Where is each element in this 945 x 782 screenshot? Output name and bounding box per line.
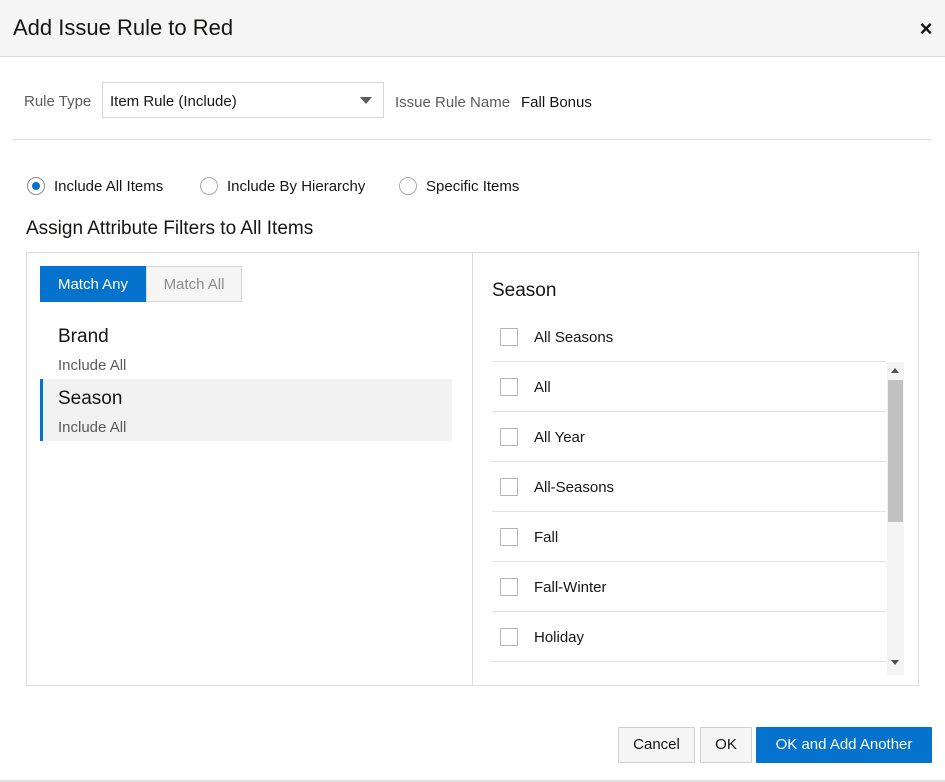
checkbox-icon — [500, 378, 518, 396]
issue-rule-name-label: Issue Rule Name — [395, 94, 511, 111]
radio-label: Include By Hierarchy — [227, 178, 366, 195]
ok-and-add-another-button[interactable]: OK and Add Another — [756, 727, 932, 763]
checkbox-icon — [500, 428, 518, 446]
radio-unselected-icon — [399, 177, 417, 195]
season-values-pane: Season All Seasons All All Year All-Seas… — [473, 253, 918, 685]
radio-label: Specific Items — [426, 178, 520, 195]
rule-type-select[interactable]: Item Rule (Include) — [102, 82, 384, 118]
chevron-down-icon — [360, 97, 372, 104]
checkbox-all-seasons[interactable]: All Seasons — [492, 312, 886, 362]
checkbox-icon — [500, 328, 518, 346]
checkbox-icon — [500, 578, 518, 596]
radio-label: Include All Items — [54, 178, 164, 195]
list-scrollbar[interactable] — [887, 362, 904, 675]
attribute-summary: Include All — [58, 419, 127, 436]
rule-type-value: Item Rule (Include) — [110, 93, 237, 110]
ok-button[interactable]: OK — [700, 727, 752, 763]
checkbox-icon — [500, 628, 518, 646]
checkbox-season-option[interactable]: All Year — [492, 412, 886, 462]
rule-form-row: Rule Type Item Rule (Include) Issue Rule… — [0, 57, 945, 141]
checkbox-icon — [500, 478, 518, 496]
radio-unselected-icon — [200, 177, 218, 195]
section-title: Assign Attribute Filters to All Items — [26, 218, 314, 239]
checkbox-label: All Seasons — [534, 329, 614, 346]
attribute-list-pane: Match Any Match All Brand Include All Se… — [27, 253, 472, 685]
dialog-header: Add Issue Rule to Red × — [0, 0, 945, 57]
item-scope-radio-group: Include All Items Include By Hierarchy S… — [0, 170, 945, 202]
cancel-button[interactable]: Cancel — [618, 727, 695, 763]
attribute-name: Brand — [58, 326, 109, 347]
match-any-button[interactable]: Match Any — [40, 266, 146, 302]
scroll-up-arrow-icon[interactable] — [891, 368, 899, 373]
checkbox-label: Holiday — [534, 629, 585, 646]
checkbox-season-option[interactable]: Fall-Winter — [492, 562, 886, 612]
checkbox-icon — [500, 528, 518, 546]
issue-rule-name-value: Fall Bonus — [521, 94, 592, 111]
rule-type-label: Rule Type — [24, 93, 92, 110]
checkbox-label: Fall-Winter — [534, 579, 607, 596]
attribute-item-brand[interactable]: Brand Include All — [40, 317, 452, 379]
checkbox-season-option[interactable]: Fall — [492, 512, 886, 562]
checkbox-season-option[interactable]: All — [492, 362, 886, 412]
attribute-item-season[interactable]: Season Include All — [40, 379, 452, 441]
dialog-title: Add Issue Rule to Red — [13, 15, 234, 40]
match-all-button[interactable]: Match All — [146, 266, 242, 302]
checkbox-label: Fall — [534, 529, 559, 546]
checkbox-label: All Year — [534, 429, 585, 446]
attribute-summary: Include All — [58, 357, 127, 374]
dialog-footer: Cancel OK OK and Add Another — [0, 720, 945, 782]
match-toggle: Match Any Match All — [40, 266, 242, 302]
scroll-down-arrow-icon[interactable] — [891, 660, 899, 665]
scrollbar-thumb[interactable] — [888, 380, 903, 522]
radio-selected-icon — [27, 177, 45, 195]
season-pane-title: Season — [492, 280, 557, 301]
close-icon[interactable]: × — [913, 16, 939, 42]
season-options-list: All All Year All-Seasons Fall Fall-Winte… — [492, 362, 905, 675]
form-divider — [12, 139, 932, 140]
attribute-name: Season — [58, 388, 123, 409]
checkbox-label: All-Seasons — [534, 479, 615, 496]
checkbox-season-option[interactable]: All-Seasons — [492, 462, 886, 512]
checkbox-label: All — [534, 379, 551, 396]
checkbox-season-option[interactable]: Holiday — [492, 612, 886, 662]
attribute-filter-panel: Match Any Match All Brand Include All Se… — [26, 252, 919, 686]
